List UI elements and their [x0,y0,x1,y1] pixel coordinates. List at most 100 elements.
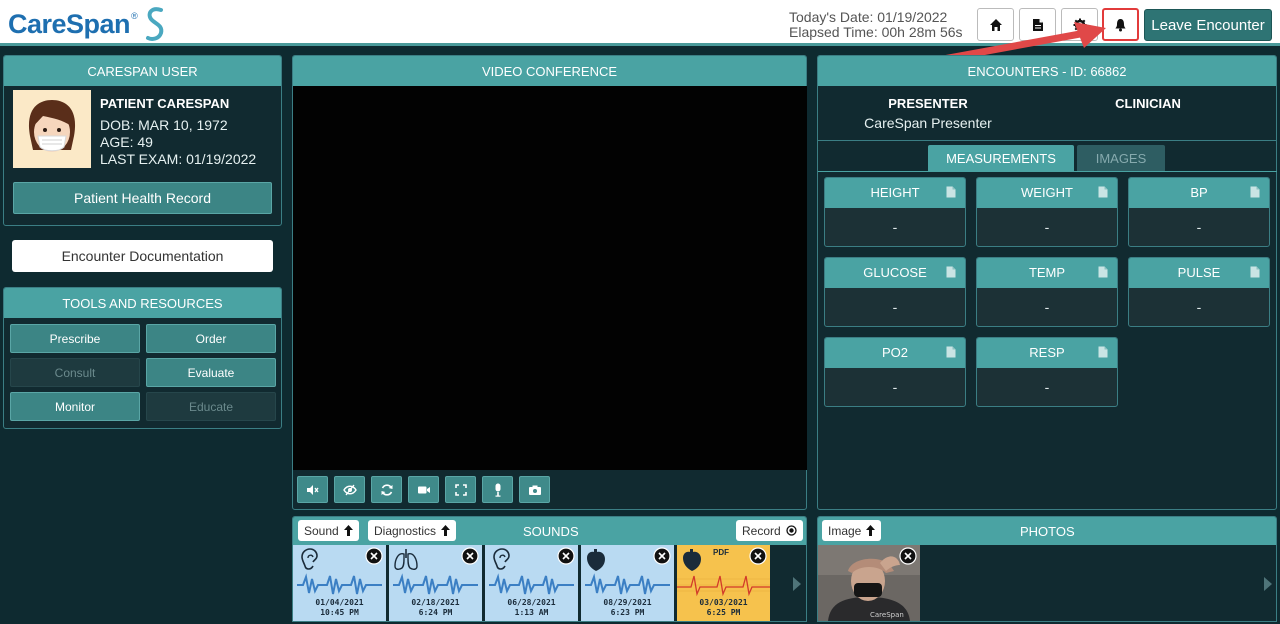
measurement-label: TEMP [1028,265,1066,280]
photos-panel: Image PHOTOS CareSpan [817,516,1277,622]
sound-chip-label: Sound [304,523,339,538]
measurement-temp[interactable]: TEMP - [976,257,1118,327]
camera-icon [417,486,430,493]
document-icon [1098,186,1108,198]
brand-name: CareSpan [8,8,131,39]
sounds-panel: Sound Diagnostics SOUNDS Record 01/04/20… [292,516,807,622]
measurement-label: WEIGHT [1021,185,1073,200]
sound-item[interactable]: 01/04/2021 10:45 PM [293,545,386,621]
sound-time: 6:23 PM [610,608,645,617]
encounters-panel: ENCOUNTERS - ID: 66862 PRESENTER CareSpa… [817,55,1277,510]
scroll-right-icon[interactable] [793,577,801,591]
patient-health-record-button[interactable]: Patient Health Record [13,182,272,214]
patient-name: PATIENT CARESPAN [100,96,230,111]
sound-time: 1:13 AM [514,608,549,617]
sound-item[interactable]: 08/29/2021 6:23 PM [581,545,674,621]
remove-sound-icon[interactable] [557,547,575,565]
video-feed[interactable] [293,86,807,470]
measurement-value: - [892,379,898,395]
tab-underline [818,171,1277,172]
measurement-label: GLUCOSE [863,265,927,280]
measurement-height[interactable]: HEIGHT - [824,177,966,247]
sound-date: 01/04/2021 [315,598,364,607]
hide-video-icon [342,484,357,495]
document-icon [946,266,956,278]
patient-avatar-icon [28,100,76,152]
sound-date: 02/18/2021 [411,598,460,607]
measurement-weight[interactable]: WEIGHT - [976,177,1118,247]
monitor-button[interactable]: Monitor [10,392,140,421]
snapshot-icon [528,485,541,495]
tools-panel-title: TOOLS AND RESOURCES [4,288,281,318]
measurement-label: HEIGHT [870,185,920,200]
measurement-bp[interactable]: BP - [1128,177,1270,247]
carespan-user-panel: CARESPAN USER PATIENT CARESPAN DOB: MAR … [3,55,282,226]
sound-timestamp: 06/28/2021 1:13 AM [485,598,578,618]
pdf-badge: PDF [713,548,729,557]
sound-date: 06/28/2021 [507,598,556,607]
sound-upload-button[interactable]: Sound [298,520,359,541]
measurement-glucose[interactable]: GLUCOSE - [824,257,966,327]
remove-sound-icon[interactable] [461,547,479,565]
scroll-right-icon[interactable] [1264,577,1272,591]
switch-camera-button[interactable] [371,476,402,503]
upload-arrow-icon [866,525,876,536]
measurement-resp[interactable]: RESP - [976,337,1118,407]
microphone-button[interactable] [482,476,513,503]
measurement-pulse[interactable]: PULSE - [1128,257,1270,327]
video-controls [297,476,550,503]
sound-item[interactable]: 06/28/2021 1:13 AM [485,545,578,621]
video-panel-title: VIDEO CONFERENCE [293,56,806,86]
tools-panel: TOOLS AND RESOURCES Prescribe Order Cons… [3,287,282,429]
record-chip-label: Record [742,523,781,538]
waveform-icon [297,573,382,595]
photos-title: PHOTOS [1020,524,1075,539]
prescribe-button[interactable]: Prescribe [10,324,140,353]
fullscreen-button[interactable] [445,476,476,503]
patient-dob: DOB: MAR 10, 1972 [100,117,228,133]
measurement-value: - [1196,219,1202,235]
image-upload-button[interactable]: Image [822,520,882,541]
tab-images[interactable]: IMAGES [1077,145,1165,171]
measurement-value: - [892,219,898,235]
measurement-label: PULSE [1177,265,1221,280]
sound-item[interactable]: 02/18/2021 6:24 PM [389,545,482,621]
photo-thumbnail[interactable]: CareSpan [818,545,920,621]
camera-button[interactable] [408,476,439,503]
tab-measurements[interactable]: MEASUREMENTS [928,145,1074,171]
logo-mark-icon [145,7,163,41]
brand-trademark: ® [131,11,138,21]
remove-diagnostic-icon[interactable] [749,547,767,565]
snapshot-button[interactable] [519,476,550,503]
remove-sound-icon[interactable] [365,547,383,565]
mute-button[interactable] [297,476,328,503]
diagnostic-pdf-item[interactable]: PDF 03/03/2021 6:25 PM [677,545,770,621]
ear-icon [301,548,318,570]
remove-sound-icon[interactable] [653,547,671,565]
order-button[interactable]: Order [146,324,276,353]
diagnostic-timestamp: 03/03/2021 6:25 PM [677,598,770,618]
record-button[interactable]: Record [736,520,803,541]
measurement-po2[interactable]: PO2 - [824,337,966,407]
sound-time: 6:24 PM [418,608,453,617]
upload-arrow-icon [343,525,353,536]
carespan-logo[interactable]: CareSpan ® [8,4,166,44]
ecg-trace-icon [677,575,770,597]
video-conference-panel: VIDEO CONFERENCE [292,55,807,510]
diagnostic-date: 03/03/2021 [699,598,748,607]
encounter-documentation-button[interactable]: Encounter Documentation [12,240,273,272]
measurement-value: - [892,299,898,315]
remove-photo-icon[interactable] [899,547,917,565]
upload-arrow-icon [441,525,451,536]
evaluate-button[interactable]: Evaluate [146,358,276,387]
educate-button: Educate [146,392,276,421]
patient-last-exam: LAST EXAM: 01/19/2022 [100,151,257,167]
heart-icon [587,549,605,571]
consult-button: Consult [10,358,140,387]
leave-encounter-button[interactable]: Leave Encounter [1144,9,1272,41]
encounter-divider [818,140,1277,141]
hide-video-button[interactable] [334,476,365,503]
diagnostics-upload-button[interactable]: Diagnostics [368,520,457,541]
document-icon [946,346,956,358]
fullscreen-icon [454,483,467,496]
